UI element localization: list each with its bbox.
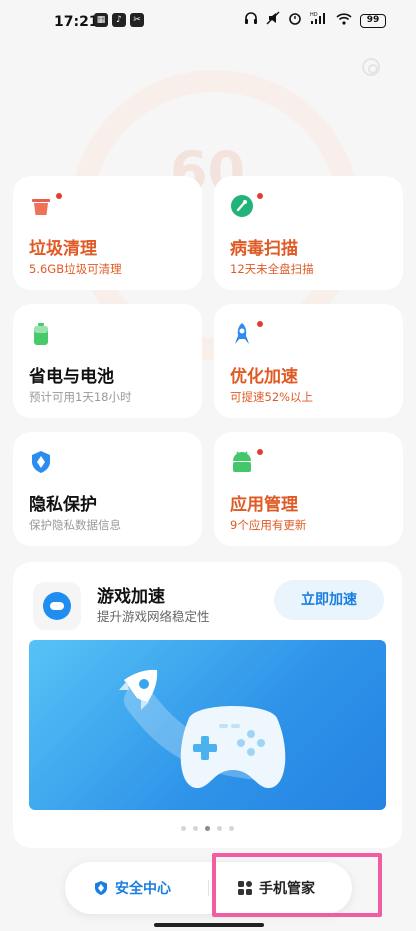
card-battery[interactable]: 省电与电池 预计可用1天18小时 (13, 304, 202, 418)
accelerate-now-button[interactable]: 立即加速 (274, 580, 384, 620)
virus-scan-icon (231, 195, 253, 217)
card-subtitle: 9个应用有更新 (230, 518, 307, 532)
card-subtitle: 保护隐私数据信息 (29, 518, 121, 532)
card-junk-cleanup[interactable]: 垃圾清理 5.6GB垃圾可清理 (13, 176, 202, 290)
alarm-icon (288, 11, 302, 30)
wifi-icon (336, 12, 352, 30)
status-bar: 17:21 ▦ ♪ ✂ HD 99 (0, 0, 416, 44)
android-app-icon (233, 451, 251, 472)
pager-dot[interactable] (217, 826, 222, 831)
card-privacy[interactable]: 隐私保护 保护隐私数据信息 (13, 432, 202, 546)
card-title: 省电与电池 (29, 367, 114, 387)
pager-dot-active[interactable] (205, 826, 210, 831)
gallery-icon: ▦ (94, 13, 108, 27)
pager-dot[interactable] (229, 826, 234, 831)
status-right-icons: HD 99 (244, 11, 386, 30)
mute-icon (266, 11, 280, 30)
tiktok-icon: ♪ (112, 13, 126, 27)
notification-badge (257, 193, 263, 199)
notification-badge (257, 321, 263, 327)
card-title: 病毒扫描 (230, 239, 298, 259)
card-optimize-speed[interactable]: 优化加速 可提速52%以上 (214, 304, 403, 418)
status-time: 17:21 (54, 14, 99, 30)
highlight-annotation (212, 853, 382, 917)
battery-indicator: 99 (360, 13, 386, 28)
card-subtitle: 12天未全盘扫描 (230, 262, 314, 276)
svg-text:HD: HD (310, 12, 318, 18)
notification-badge (257, 449, 263, 455)
headphones-icon (244, 11, 258, 30)
home-indicator[interactable] (154, 923, 264, 927)
game-card-title: 游戏加速 (97, 587, 165, 607)
card-title: 垃圾清理 (29, 239, 97, 259)
privacy-shield-icon (32, 451, 50, 473)
pager-dot[interactable] (181, 826, 186, 831)
game-banner[interactable] (29, 640, 386, 810)
pager-dot[interactable] (193, 826, 198, 831)
banner-pager (13, 826, 402, 831)
shield-icon (95, 881, 107, 895)
tab-security-center[interactable]: 安全中心 (93, 862, 171, 914)
status-app-icons: ▦ ♪ ✂ (94, 13, 144, 27)
capcut-icon: ✂ (130, 13, 144, 27)
game-acceleration-card: 游戏加速 提升游戏网络稳定性 立即加速 (13, 562, 402, 848)
battery-icon (34, 323, 48, 345)
trash-can-icon (32, 199, 50, 215)
game-card-subtitle: 提升游戏网络稳定性 (97, 609, 210, 624)
card-virus-scan[interactable]: 病毒扫描 12天未全盘扫描 (214, 176, 403, 290)
signal-icon: HD (310, 11, 328, 30)
card-title: 隐私保护 (29, 495, 97, 515)
card-subtitle: 预计可用1天18小时 (29, 390, 132, 404)
card-title: 优化加速 (230, 367, 298, 387)
settings-icon[interactable] (362, 58, 380, 76)
card-subtitle: 可提速52%以上 (230, 390, 314, 404)
rocket-icon (235, 323, 249, 344)
card-title: 应用管理 (230, 495, 298, 515)
tab-label: 安全中心 (115, 881, 171, 897)
card-app-management[interactable]: 应用管理 9个应用有更新 (214, 432, 403, 546)
game-controller-icon (33, 582, 81, 630)
game-banner-illustration (119, 669, 286, 789)
card-subtitle: 5.6GB垃圾可清理 (29, 262, 122, 276)
phone-manager-screen: 60 17:21 ▦ ♪ ✂ HD 99 垃圾清理 5.6GB垃圾可清理 病毒扫… (0, 0, 416, 931)
tab-divider (208, 880, 209, 896)
notification-badge (56, 193, 62, 199)
